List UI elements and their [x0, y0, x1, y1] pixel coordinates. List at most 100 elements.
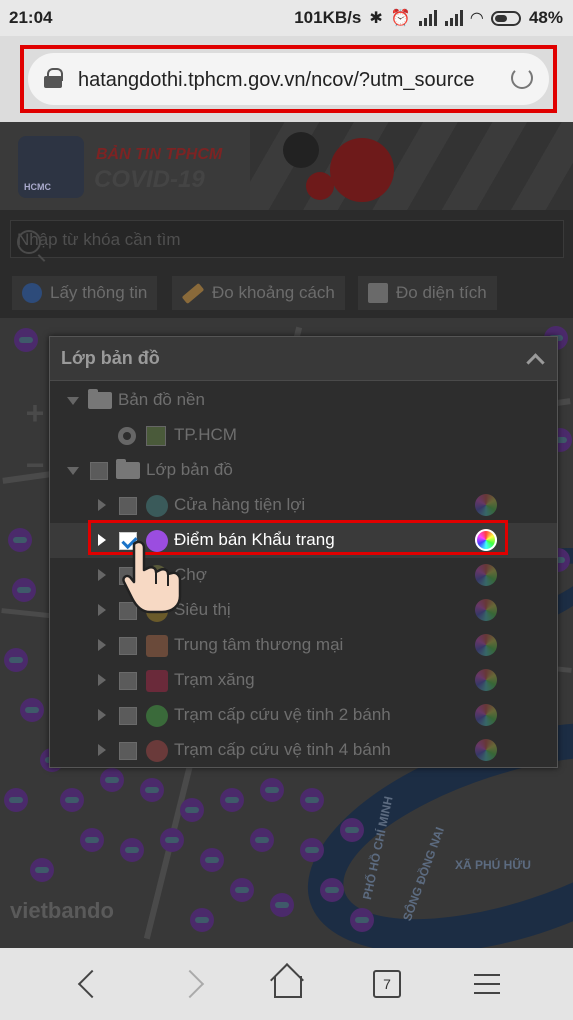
area-icon: [368, 283, 388, 303]
map-marker[interactable]: [270, 893, 294, 917]
layer-row-shopping-center[interactable]: Trung tâm thương mại: [50, 628, 557, 663]
get-info-button[interactable]: Lấy thông tin: [12, 276, 158, 310]
measure-area-label: Đo diện tích: [396, 283, 487, 302]
search-icon[interactable]: [17, 230, 41, 254]
virus-image: [283, 132, 319, 168]
forward-icon[interactable]: [176, 966, 216, 1002]
banner-title-top: BẢN TIN TPHCM: [96, 146, 223, 163]
map-marker[interactable]: [12, 578, 36, 602]
virus-image: [306, 172, 334, 200]
layer-label: Trạm cấp cứu vệ tinh 4 bánh: [174, 740, 391, 759]
map-marker[interactable]: [320, 878, 344, 902]
tree-item-layer-group[interactable]: Lớp bản đồ: [50, 453, 557, 488]
layer-row-ambulance-4-wheel[interactable]: Trạm cấp cứu vệ tinh 4 bánh: [50, 733, 557, 768]
map-marker[interactable]: [140, 778, 164, 802]
layer-group-checkbox[interactable]: [90, 462, 108, 480]
layer-row-convenience-store[interactable]: Cửa hàng tiện lợi: [50, 488, 557, 523]
zoom-in-button[interactable]: +: [18, 396, 52, 430]
search-input[interactable]: Nhập từ khóa cần tìm: [10, 220, 564, 258]
home-icon[interactable]: [266, 966, 306, 1002]
layer-row-gas-station[interactable]: Trạm xăng: [50, 663, 557, 698]
layer-checkbox[interactable]: [119, 637, 137, 655]
map-marker[interactable]: [4, 788, 28, 812]
get-info-label: Lấy thông tin: [50, 283, 148, 302]
map-marker[interactable]: [60, 788, 84, 812]
layer-checkbox[interactable]: [119, 742, 137, 760]
zoom-out-button[interactable]: −: [18, 448, 52, 482]
logo-text: HCMC: [24, 182, 51, 192]
measure-distance-label: Đo khoảng cách: [212, 283, 335, 302]
map-thumbnail-icon: [146, 426, 166, 446]
layer-checkbox[interactable]: [119, 707, 137, 725]
map-marker[interactable]: [350, 908, 374, 932]
map-marker[interactable]: [200, 848, 224, 872]
map-toolbar: Lấy thông tin Đo khoảng cách Đo diện tíc…: [0, 270, 573, 318]
measure-distance-button[interactable]: Đo khoảng cách: [172, 276, 345, 310]
map-marker[interactable]: [120, 838, 144, 862]
color-palette-icon[interactable]: [475, 564, 497, 586]
search-placeholder: Nhập từ khóa cần tìm: [17, 230, 181, 249]
expand-arrow-icon[interactable]: [67, 397, 79, 405]
expand-arrow-icon[interactable]: [98, 604, 106, 616]
lock-icon: [44, 68, 63, 88]
measure-area-button[interactable]: Đo diện tích: [358, 276, 497, 310]
tree-item-base-map[interactable]: Bản đồ nền: [50, 383, 557, 418]
map-marker[interactable]: [30, 858, 54, 882]
tree-item-tphcm[interactable]: TP.HCM: [50, 418, 557, 453]
status-indicators: 101KB/s ✱ ⏰ ◠ 48%: [294, 8, 563, 28]
layer-checkbox[interactable]: [119, 672, 137, 690]
map-marker[interactable]: [230, 878, 254, 902]
signal-icon-2: [444, 10, 463, 26]
layer-panel-title: Lớp bản đồ: [61, 348, 160, 368]
map-marker[interactable]: [180, 798, 204, 822]
banner-title-bottom: COVID-19: [94, 166, 205, 193]
color-palette-icon[interactable]: [475, 599, 497, 621]
color-palette-icon[interactable]: [475, 739, 497, 761]
layer-row-ambulance-2-wheel[interactable]: Trạm cấp cứu vệ tinh 2 bánh: [50, 698, 557, 733]
hand-pointer-icon: [122, 540, 182, 614]
radio-button[interactable]: [118, 427, 136, 445]
color-palette-icon[interactable]: [475, 669, 497, 691]
layer-panel-header[interactable]: Lớp bản đồ: [50, 337, 557, 381]
expand-arrow-icon[interactable]: [98, 709, 106, 721]
map-marker[interactable]: [190, 908, 214, 932]
folder-icon: [88, 389, 112, 409]
chevron-up-icon[interactable]: [527, 351, 543, 367]
map-marker[interactable]: [220, 788, 244, 812]
color-palette-icon[interactable]: [475, 704, 497, 726]
tree-item-label: Lớp bản đồ: [146, 460, 233, 479]
address-bar[interactable]: hatangdothi.tphcm.gov.vn/ncov/?utm_sourc…: [28, 53, 549, 105]
status-time: 21:04: [9, 8, 53, 27]
map-marker[interactable]: [80, 828, 104, 852]
browser-url-area: hatangdothi.tphcm.gov.vn/ncov/?utm_sourc…: [0, 36, 573, 122]
tabs-button[interactable]: 7: [373, 970, 401, 998]
back-icon[interactable]: [70, 966, 110, 1002]
map-marker[interactable]: [340, 818, 364, 842]
expand-arrow-icon[interactable]: [67, 467, 79, 475]
reload-icon[interactable]: [511, 67, 533, 89]
layer-checkbox[interactable]: [119, 497, 137, 515]
color-palette-icon[interactable]: [475, 634, 497, 656]
map-marker[interactable]: [260, 778, 284, 802]
map-marker[interactable]: [20, 698, 44, 722]
map-marker[interactable]: [14, 328, 38, 352]
expand-arrow-icon[interactable]: [98, 674, 106, 686]
map-marker[interactable]: [100, 768, 124, 792]
color-palette-icon[interactable]: [475, 494, 497, 516]
expand-arrow-icon[interactable]: [98, 499, 106, 511]
signal-icon: [418, 10, 437, 26]
url-text[interactable]: hatangdothi.tphcm.gov.vn/ncov/?utm_sourc…: [78, 69, 488, 92]
expand-arrow-icon[interactable]: [98, 744, 106, 756]
layer-label: Trạm cấp cứu vệ tinh 2 bánh: [174, 705, 391, 724]
expand-arrow-icon[interactable]: [98, 569, 106, 581]
expand-arrow-icon[interactable]: [98, 639, 106, 651]
map-marker[interactable]: [300, 788, 324, 812]
gas-station-icon: [146, 670, 168, 692]
map-marker[interactable]: [160, 828, 184, 852]
url-highlight-box: hatangdothi.tphcm.gov.vn/ncov/?utm_sourc…: [20, 45, 557, 113]
menu-icon[interactable]: [468, 966, 508, 1002]
map-marker[interactable]: [300, 838, 324, 862]
map-marker[interactable]: [4, 648, 28, 672]
map-marker[interactable]: [8, 528, 32, 552]
map-marker[interactable]: [250, 828, 274, 852]
